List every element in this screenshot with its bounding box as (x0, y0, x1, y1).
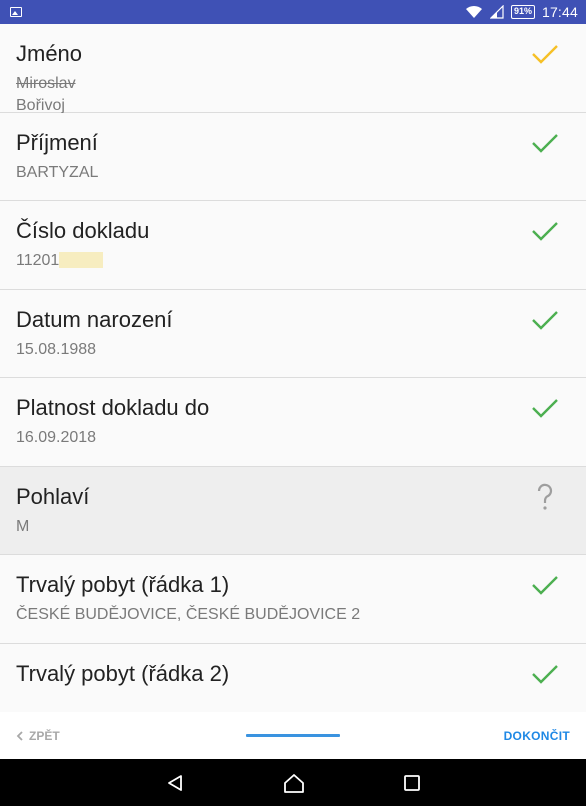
back-button-label: ZPĚT (29, 728, 60, 743)
wifi-icon (465, 5, 482, 18)
field-label: Datum narození (16, 306, 173, 332)
field-list: Jméno Miroslav Bořivoj Příjmení BARTYZAL Čísl… (0, 24, 586, 712)
chevron-left-icon (16, 730, 23, 741)
field-row[interactable]: Jméno Miroslav Bořivoj (0, 24, 586, 114)
field-row[interactable]: Trvalý pobyt (řádka 1) ČESKÉ BUDĚJOVICE, … (0, 555, 586, 644)
field-row[interactable]: Příjmení BARTYZAL (0, 112, 586, 201)
home-nav-icon[interactable] (283, 773, 305, 793)
field-label: Pohlaví (16, 483, 90, 509)
status-time: 17:44 (541, 4, 578, 20)
field-label: Jméno (16, 41, 83, 66)
field-label: Číslo dokladu (16, 218, 150, 243)
bottom-bar: ZPĚT DOKONČIT (0, 712, 586, 759)
back-nav-icon[interactable] (165, 773, 185, 793)
field-row[interactable]: Platnost dokladu do 16.09.2018 (0, 378, 586, 467)
check-icon (532, 222, 558, 241)
progress-indicator (246, 734, 340, 737)
signal-icon (489, 5, 504, 19)
gallery-icon (10, 7, 22, 17)
check-icon (532, 399, 558, 418)
field-row[interactable]: Trvalý pobyt (řádka 2) (0, 643, 586, 712)
battery-icon: 91% (510, 5, 535, 19)
field-row[interactable]: Číslo dokladu 11201 (0, 201, 586, 290)
check-icon (532, 133, 558, 153)
status-bar: 91% 17:44 (0, 0, 586, 24)
field-label: Příjmení (16, 129, 98, 155)
redaction-mark (59, 252, 104, 268)
field-label: Trvalý pobyt (řádka 2) (16, 660, 230, 686)
field-value: M (16, 517, 30, 535)
check-icon (532, 664, 558, 684)
field-value: 11201 (16, 252, 60, 269)
field-value: 16.09.2018 (16, 429, 97, 446)
back-button[interactable]: ZPĚT (16, 729, 60, 743)
field-row[interactable]: Datum narození 15.08.1988 (0, 289, 586, 378)
field-value: BARTYZAL (16, 163, 99, 181)
check-icon (532, 45, 558, 64)
navigation-bar (0, 759, 586, 806)
question-icon (537, 483, 553, 510)
field-label: Trvalý pobyt (řádka 1) (16, 572, 230, 597)
field-row[interactable]: Pohlaví M (0, 466, 586, 555)
field-value: ČESKÉ BUDĚJOVICE, ČESKÉ BUDĚJOVICE 2 (16, 606, 361, 623)
field-value: Bořivoj (16, 97, 65, 114)
field-value: 15.08.1988 (16, 340, 97, 358)
field-label: Platnost dokladu do (16, 395, 210, 420)
check-icon (532, 576, 558, 595)
original-value: Miroslav (16, 75, 76, 92)
recents-nav-icon[interactable] (403, 774, 421, 792)
check-icon (532, 310, 558, 330)
finish-button[interactable]: DOKONČIT (504, 729, 570, 743)
